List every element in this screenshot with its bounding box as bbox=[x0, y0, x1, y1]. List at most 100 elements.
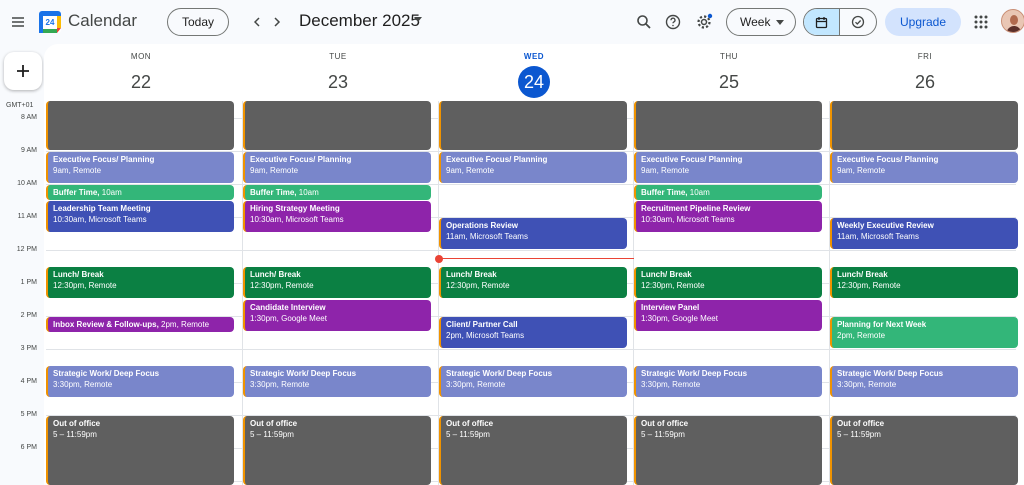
event-block[interactable]: Executive Focus/ Planning 9am, Remote bbox=[243, 152, 431, 183]
event-details: 3:30pm, Remote bbox=[837, 380, 897, 389]
event-block[interactable] bbox=[46, 101, 234, 150]
event-details: 12:30pm, Remote bbox=[53, 281, 117, 290]
event-title: Lunch/ Break bbox=[641, 270, 692, 279]
event-block[interactable]: Inbox Review & Follow-ups, 2pm, Remote bbox=[46, 317, 234, 332]
event-block[interactable]: Operations Review 11am, Microsoft Teams bbox=[439, 218, 627, 249]
event-title: Executive Focus/ Planning bbox=[446, 155, 548, 164]
event-details: 11am, Microsoft Teams bbox=[446, 232, 528, 241]
event-block[interactable]: Recruitment Pipeline Review 10:30am, Micr… bbox=[634, 201, 822, 232]
event-block[interactable]: Lunch/ Break 12:30pm, Remote bbox=[243, 267, 431, 298]
event-details: 3:30pm, Remote bbox=[641, 380, 701, 389]
event-details: 5 – 11:59pm bbox=[837, 430, 881, 439]
event-block[interactable]: Strategic Work/ Deep Focus 3:30pm, Remote bbox=[46, 366, 234, 397]
event-block[interactable]: Executive Focus/ Planning 9am, Remote bbox=[634, 152, 822, 183]
event-title: Strategic Work/ Deep Focus bbox=[250, 369, 357, 378]
event-title: Client/ Partner Call bbox=[446, 320, 518, 329]
event-details: 9am, Remote bbox=[250, 166, 299, 175]
event-block[interactable]: Buffer Time, 10am bbox=[46, 185, 234, 200]
event-details: 11am, Microsoft Teams bbox=[837, 232, 919, 241]
event-title: Leadership Team Meeting bbox=[53, 204, 151, 213]
event-title: Out of office bbox=[837, 419, 885, 428]
event-title: Recruitment Pipeline Review bbox=[641, 204, 751, 213]
event-block[interactable]: Out of office 5 – 11:59pm bbox=[243, 416, 431, 485]
event-details: 5 – 11:59pm bbox=[446, 430, 490, 439]
event-block[interactable]: Out of office 5 – 11:59pm bbox=[830, 416, 1018, 485]
event-title: Out of office bbox=[250, 419, 298, 428]
event-title: Buffer Time, bbox=[641, 188, 688, 197]
event-block[interactable]: Executive Focus/ Planning 9am, Remote bbox=[439, 152, 627, 183]
event-block[interactable] bbox=[439, 101, 627, 150]
event-block[interactable]: Out of office 5 – 11:59pm bbox=[46, 416, 234, 485]
event-title: Lunch/ Break bbox=[250, 270, 301, 279]
event-title: Buffer Time, bbox=[250, 188, 297, 197]
event-details: 10:30am, Microsoft Teams bbox=[641, 215, 735, 224]
event-block[interactable]: Lunch/ Break 12:30pm, Remote bbox=[830, 267, 1018, 298]
event-details: 10:30am, Microsoft Teams bbox=[53, 215, 147, 224]
event-title: Inbox Review & Follow-ups, bbox=[53, 320, 159, 329]
event-details: 9am, Remote bbox=[837, 166, 886, 175]
event-title: Strategic Work/ Deep Focus bbox=[641, 369, 748, 378]
event-title: Interview Panel bbox=[641, 303, 700, 312]
event-details: 9am, Remote bbox=[53, 166, 102, 175]
current-time-dot bbox=[435, 255, 443, 263]
event-details: 10am bbox=[298, 188, 319, 197]
event-title: Planning for Next Week bbox=[837, 320, 927, 329]
event-block[interactable]: Candidate Interview 1:30pm, Google Meet bbox=[243, 300, 431, 331]
event-block[interactable]: Lunch/ Break 12:30pm, Remote bbox=[634, 267, 822, 298]
event-block[interactable]: Lunch/ Break 12:30pm, Remote bbox=[46, 267, 234, 298]
event-block[interactable]: Strategic Work/ Deep Focus 3:30pm, Remote bbox=[634, 366, 822, 397]
event-title: Lunch/ Break bbox=[837, 270, 888, 279]
event-title: Strategic Work/ Deep Focus bbox=[53, 369, 160, 378]
event-block[interactable]: Leadership Team Meeting 10:30am, Microsof… bbox=[46, 201, 234, 232]
event-details: 3:30pm, Remote bbox=[250, 380, 310, 389]
event-title: Operations Review bbox=[446, 221, 519, 230]
event-title: Strategic Work/ Deep Focus bbox=[837, 369, 944, 378]
event-block[interactable]: Strategic Work/ Deep Focus 3:30pm, Remote bbox=[830, 366, 1018, 397]
event-details: 1:30pm, Google Meet bbox=[250, 314, 327, 323]
event-block[interactable]: Strategic Work/ Deep Focus 3:30pm, Remote bbox=[243, 366, 431, 397]
event-block[interactable]: Buffer Time, 10am bbox=[243, 185, 431, 200]
event-details: 5 – 11:59pm bbox=[250, 430, 294, 439]
event-title: Strategic Work/ Deep Focus bbox=[446, 369, 553, 378]
event-block[interactable]: Out of office 5 – 11:59pm bbox=[439, 416, 627, 485]
event-details: 10am bbox=[689, 188, 710, 197]
event-details: 3:30pm, Remote bbox=[446, 380, 506, 389]
event-details: 5 – 11:59pm bbox=[53, 430, 97, 439]
event-block[interactable]: Out of office 5 – 11:59pm bbox=[634, 416, 822, 485]
event-block[interactable]: Client/ Partner Call 2pm, Microsoft Teams bbox=[439, 317, 627, 348]
event-details: 10am bbox=[101, 188, 122, 197]
event-block[interactable]: Executive Focus/ Planning 9am, Remote bbox=[46, 152, 234, 183]
event-block[interactable]: Planning for Next Week 2pm, Remote bbox=[830, 317, 1018, 348]
events-layer: Executive Focus/ Planning 9am, Remote Buff… bbox=[0, 0, 1024, 485]
event-details: 2pm, Microsoft Teams bbox=[446, 331, 525, 340]
event-details: 10:30am, Microsoft Teams bbox=[250, 215, 344, 224]
event-details: 12:30pm, Remote bbox=[250, 281, 314, 290]
current-time-line bbox=[439, 258, 634, 259]
event-details: 5 – 11:59pm bbox=[641, 430, 685, 439]
event-block[interactable]: Strategic Work/ Deep Focus 3:30pm, Remote bbox=[439, 366, 627, 397]
event-block[interactable] bbox=[243, 101, 431, 150]
event-details: 9am, Remote bbox=[641, 166, 690, 175]
event-block[interactable]: Weekly Executive Review 11am, Microsoft T… bbox=[830, 218, 1018, 249]
event-title: Out of office bbox=[53, 419, 101, 428]
event-title: Lunch/ Break bbox=[446, 270, 497, 279]
event-title: Hiring Strategy Meeting bbox=[250, 204, 340, 213]
event-title: Lunch/ Break bbox=[53, 270, 104, 279]
event-block[interactable]: Buffer Time, 10am bbox=[634, 185, 822, 200]
event-block[interactable]: Lunch/ Break 12:30pm, Remote bbox=[439, 267, 627, 298]
event-details: 2pm, Remote bbox=[161, 320, 210, 329]
event-block[interactable]: Interview Panel 1:30pm, Google Meet bbox=[634, 300, 822, 331]
event-title: Executive Focus/ Planning bbox=[250, 155, 352, 164]
event-block[interactable]: Hiring Strategy Meeting 10:30am, Microsof… bbox=[243, 201, 431, 232]
event-details: 1:30pm, Google Meet bbox=[641, 314, 718, 323]
event-details: 12:30pm, Remote bbox=[837, 281, 901, 290]
event-title: Executive Focus/ Planning bbox=[837, 155, 939, 164]
event-title: Weekly Executive Review bbox=[837, 221, 934, 230]
event-title: Out of office bbox=[641, 419, 689, 428]
event-block[interactable] bbox=[830, 101, 1018, 150]
event-block[interactable]: Executive Focus/ Planning 9am, Remote bbox=[830, 152, 1018, 183]
event-title: Candidate Interview bbox=[250, 303, 326, 312]
event-block[interactable] bbox=[634, 101, 822, 150]
event-title: Executive Focus/ Planning bbox=[641, 155, 743, 164]
event-details: 12:30pm, Remote bbox=[641, 281, 705, 290]
